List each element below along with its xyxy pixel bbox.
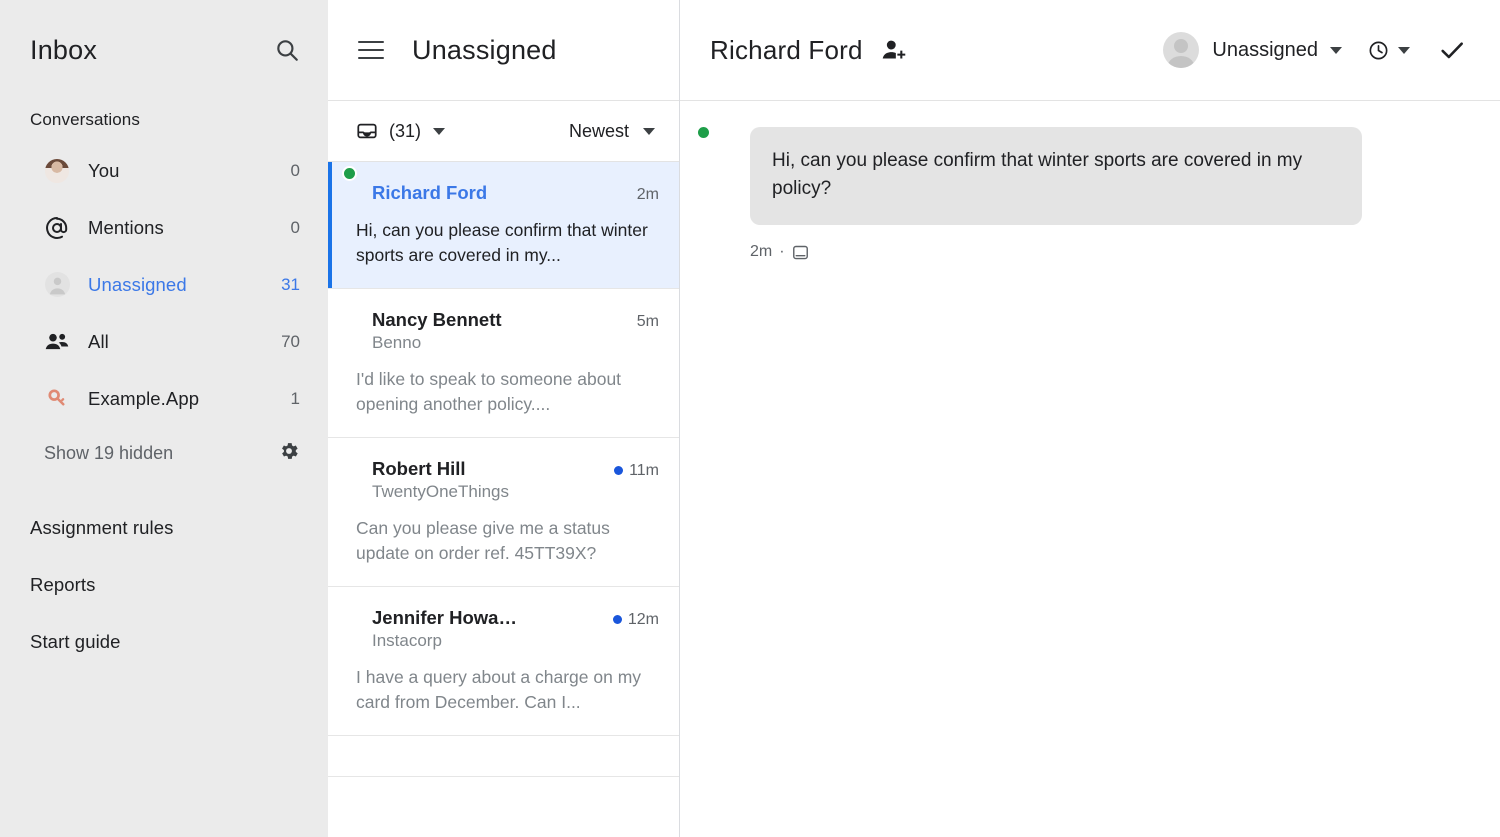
list-item-name: Jennifer Howa… — [372, 607, 517, 629]
inbox-count-label: (31) — [389, 121, 421, 142]
user-avatar-icon — [44, 158, 70, 184]
show-hidden-toggle[interactable]: Show 19 hidden — [0, 427, 328, 479]
unread-indicator-dot — [613, 615, 622, 624]
sidebar-item-label: Unassigned — [88, 274, 281, 296]
list-item-snippet: I have a query about a charge on my card… — [356, 665, 659, 715]
thread-title: Richard Ford — [710, 35, 863, 66]
unassigned-person-icon — [1163, 32, 1199, 68]
list-item[interactable]: Richard Ford 2m Hi, can you please confi… — [328, 162, 679, 289]
inbox-filter-dropdown[interactable]: (31) — [356, 120, 445, 142]
message-timestamp: 2m — [750, 243, 772, 261]
list-item[interactable]: Nancy Bennett 5m Benno I'd like to speak… — [328, 289, 679, 438]
online-status-dot — [342, 166, 357, 181]
sidebar-item-count: 31 — [281, 275, 300, 295]
sidebar-item-count: 0 — [291, 218, 300, 238]
list-title: Unassigned — [412, 35, 557, 66]
page-title: Inbox — [30, 35, 97, 66]
list-item-name: Robert Hill — [372, 458, 466, 480]
conversations-section-label: Conversations — [0, 110, 328, 130]
snooze-dropdown[interactable] — [1368, 40, 1410, 61]
sidebar-item-reports[interactable]: Reports — [0, 556, 328, 613]
sidebar-item-start-guide[interactable]: Start guide — [0, 613, 328, 670]
thread-message-list: Hi, can you please confirm that winter s… — [680, 101, 1500, 837]
sidebar-item-count: 1 — [291, 389, 300, 409]
chevron-down-icon[interactable] — [433, 128, 445, 135]
list-item-company: Benno — [372, 333, 659, 353]
list-item-snippet: I'd like to speak to someone about openi… — [356, 367, 659, 417]
conversation-list[interactable]: Richard Ford 2m Hi, can you please confi… — [328, 162, 679, 837]
list-header: Unassigned — [328, 0, 679, 101]
list-item[interactable] — [328, 736, 679, 777]
gear-icon[interactable] — [278, 440, 300, 467]
list-item-company: TwentyOneThings — [372, 482, 659, 502]
list-toolbar: (31) Newest — [328, 101, 679, 162]
sidebar-item-assignment-rules[interactable]: Assignment rules — [0, 499, 328, 556]
search-icon[interactable] — [274, 37, 300, 63]
resolve-check-icon[interactable] — [1438, 36, 1466, 64]
message-bubble: Hi, can you please confirm that winter s… — [750, 127, 1362, 225]
key-icon — [44, 386, 70, 412]
assignee-label: Unassigned — [1212, 39, 1318, 62]
people-group-icon — [44, 329, 70, 355]
sidebar-item-mentions[interactable]: Mentions 0 — [0, 199, 328, 256]
thread-header: Richard Ford Unassigned — [680, 0, 1500, 101]
sidebar-item-you[interactable]: You 0 — [0, 142, 328, 199]
message-footer: 2m · — [750, 243, 1470, 261]
list-item-time: 5m — [637, 313, 659, 331]
list-item-snippet: Can you please give me a status update o… — [356, 516, 659, 566]
list-item-company: Instacorp — [372, 631, 659, 651]
sidebar: Inbox Conversations You 0 Mentio — [0, 0, 328, 837]
note-icon — [792, 244, 809, 261]
list-item-time: 12m — [628, 611, 659, 629]
list-item-name: Nancy Bennett — [372, 309, 502, 331]
list-item-time: 11m — [629, 462, 659, 480]
list-item-time: 2m — [637, 186, 659, 204]
assignee-dropdown[interactable]: Unassigned — [1163, 32, 1342, 68]
list-item-name: Richard Ford — [372, 182, 487, 204]
online-status-dot — [696, 125, 711, 140]
sidebar-item-label: Example.App — [88, 388, 291, 410]
show-hidden-label: Show 19 hidden — [44, 443, 173, 464]
clock-icon — [1368, 40, 1389, 61]
inbox-tray-icon — [356, 120, 378, 142]
hamburger-menu-icon[interactable] — [358, 41, 384, 59]
list-item-snippet: Hi, can you please confirm that winter s… — [356, 218, 659, 268]
chevron-down-icon[interactable] — [1398, 47, 1410, 54]
sidebar-item-label: You — [88, 160, 291, 182]
sidebar-item-label: All — [88, 331, 281, 353]
app-root: Inbox Conversations You 0 Mentio — [0, 0, 1500, 837]
thread-panel: Richard Ford Unassigned — [680, 0, 1500, 837]
list-item[interactable]: Jennifer Howa… 12m Instacorp I have a qu… — [328, 587, 679, 736]
unread-indicator-dot — [614, 466, 623, 475]
sidebar-item-label: Mentions — [88, 217, 291, 239]
at-mention-icon — [44, 215, 70, 241]
sidebar-item-count: 70 — [281, 332, 300, 352]
message-row: Hi, can you please confirm that winter s… — [710, 127, 1470, 261]
sidebar-item-all[interactable]: All 70 — [0, 313, 328, 370]
message-separator: · — [779, 243, 784, 261]
thread-header-actions: Unassigned — [1163, 32, 1466, 68]
chevron-down-icon[interactable] — [1330, 47, 1342, 54]
sidebar-nav-list: You 0 Mentions 0 Unassigned 31 — [0, 142, 328, 427]
sidebar-secondary-links: Assignment rules Reports Start guide — [0, 499, 328, 670]
sidebar-item-example-app[interactable]: Example.App 1 — [0, 370, 328, 427]
chevron-down-icon[interactable] — [643, 128, 655, 135]
sidebar-item-unassigned[interactable]: Unassigned 31 — [0, 256, 328, 313]
conversation-list-column: Unassigned (31) Newest — [328, 0, 680, 837]
unassigned-person-icon — [44, 272, 70, 298]
sidebar-header: Inbox — [0, 26, 328, 74]
sort-dropdown[interactable]: Newest — [569, 121, 655, 142]
sort-label: Newest — [569, 121, 629, 142]
sidebar-item-count: 0 — [291, 161, 300, 181]
person-add-icon[interactable] — [881, 37, 907, 63]
list-item[interactable]: Robert Hill 11m TwentyOneThings Can you … — [328, 438, 679, 587]
